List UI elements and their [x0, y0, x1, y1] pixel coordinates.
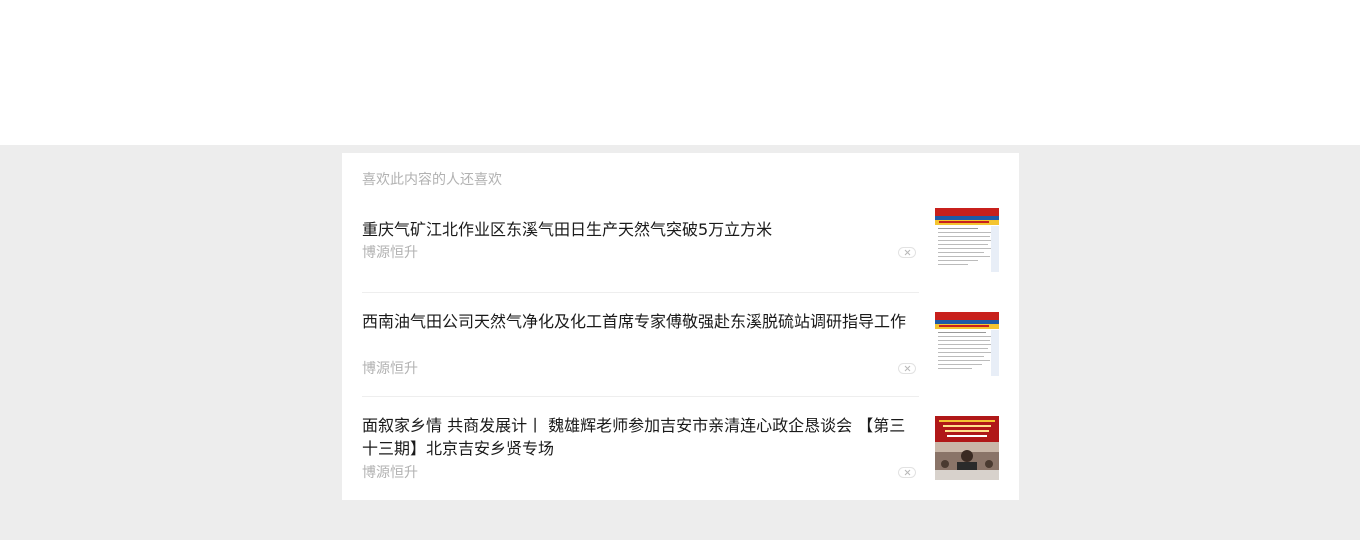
newspaper-thumbnail-icon[interactable] — [935, 208, 999, 272]
dismiss-button[interactable] — [898, 247, 916, 258]
newspaper-thumbnail-icon[interactable] — [935, 312, 999, 376]
recommend-item-source: 博源恒升 — [362, 465, 418, 481]
dismiss-button[interactable] — [898, 363, 916, 374]
recommend-item-title[interactable]: 西南油气田公司天然气净化及化工首席专家傅敬强赴东溪脱硫站调研指导工作 — [362, 310, 917, 333]
recommend-item-title[interactable]: 重庆气矿江北作业区东溪气田日生产天然气突破5万立方米 — [362, 218, 917, 241]
recommend-card: 喜欢此内容的人还喜欢 重庆气矿江北作业区东溪气田日生产天然气突破5万立方米 博源… — [342, 153, 1019, 500]
recommend-item[interactable]: 重庆气矿江北作业区东溪气田日生产天然气突破5万立方米 博源恒升 — [362, 208, 999, 292]
recommend-item-source: 博源恒升 — [362, 245, 418, 261]
recommend-item[interactable]: 面叙家乡情 共商发展计丨 魏雄辉老师参加吉安市亲清连心政企恳谈会 【第三十三期】… — [362, 416, 999, 500]
top-blank-area — [0, 0, 1360, 145]
meeting-photo-thumbnail-icon[interactable] — [935, 416, 999, 480]
close-icon — [904, 469, 910, 476]
recommend-item-title[interactable]: 面叙家乡情 共商发展计丨 魏雄辉老师参加吉安市亲清连心政企恳谈会 【第三十三期】… — [362, 414, 917, 460]
recommend-title: 喜欢此内容的人还喜欢 — [362, 172, 502, 188]
close-icon — [904, 249, 910, 256]
close-icon — [904, 365, 910, 372]
divider — [362, 396, 919, 397]
recommend-item[interactable]: 西南油气田公司天然气净化及化工首席专家傅敬强赴东溪脱硫站调研指导工作 博源恒升 — [362, 312, 999, 396]
recommend-item-source: 博源恒升 — [362, 361, 418, 377]
dismiss-button[interactable] — [898, 467, 916, 478]
divider — [362, 292, 919, 293]
